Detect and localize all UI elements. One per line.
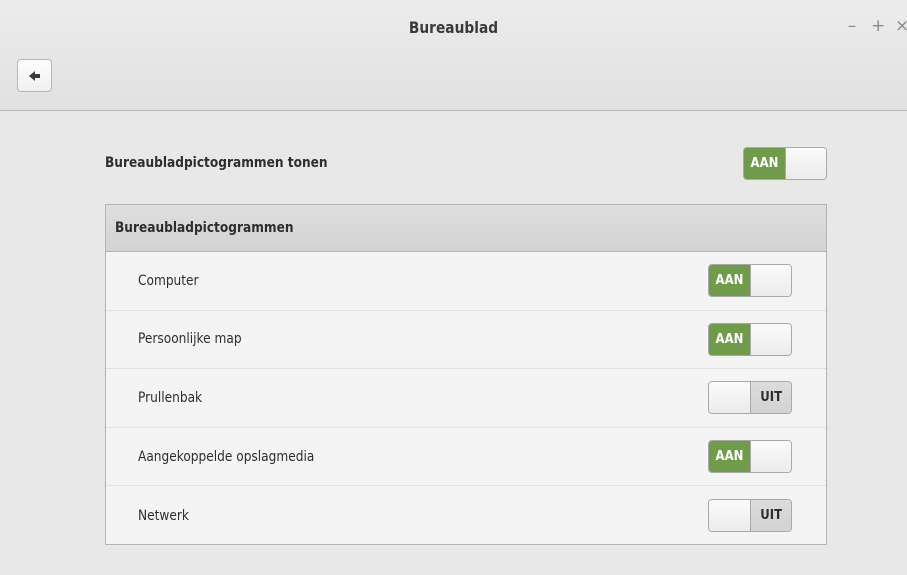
maximize-button[interactable]: +: [871, 16, 885, 36]
desktop-icons-section: Bureaubladpictogrammen Computer AAN Persoo…: [105, 204, 827, 545]
switch-state: UIT: [749, 500, 791, 532]
section-header: Bureaubladpictogrammen: [106, 205, 826, 252]
switch-knob: [709, 500, 750, 532]
list-item: Aangekoppelde opslagmedia AAN: [106, 428, 826, 487]
switch-knob: [709, 382, 750, 414]
item-label: Aangekoppelde opslagmedia: [138, 448, 315, 465]
section-title: Bureaubladpictogrammen: [115, 220, 294, 236]
list-item: Computer AAN: [106, 252, 826, 311]
switch-knob: [749, 441, 791, 473]
back-arrow-icon: [28, 70, 40, 81]
close-button[interactable]: ×: [895, 16, 907, 36]
switch-state: AAN: [709, 265, 750, 297]
item-label: Computer: [138, 272, 199, 289]
list-item: Netwerk UIT: [106, 486, 826, 545]
minimize-button[interactable]: –: [847, 16, 857, 36]
item-label: Prullenbak: [138, 389, 203, 406]
item-label: Netwerk: [138, 507, 189, 524]
show-desktop-icons-label: Bureaubladpictogrammen tonen: [105, 155, 328, 171]
window-title: Bureaublad: [408, 18, 499, 37]
show-desktop-icons-row: Bureaubladpictogrammen tonen AAN: [105, 146, 827, 180]
switch-knob: [749, 265, 791, 297]
item-toggle-switch[interactable]: UIT: [708, 499, 792, 533]
window-controls: – + ×: [847, 16, 907, 36]
switch-knob: [784, 147, 826, 179]
item-toggle-switch[interactable]: AAN: [708, 322, 792, 356]
switch-state: AAN: [744, 147, 785, 179]
item-toggle-switch[interactable]: UIT: [708, 381, 792, 415]
show-desktop-icons-switch[interactable]: AAN: [743, 146, 827, 180]
switch-state: UIT: [749, 382, 791, 414]
item-label: Persoonlijke map: [138, 331, 242, 348]
item-toggle-switch[interactable]: AAN: [708, 264, 792, 298]
switch-knob: [749, 323, 791, 355]
list-item: Persoonlijke map AAN: [106, 311, 826, 370]
item-toggle-switch[interactable]: AAN: [708, 440, 792, 474]
back-button[interactable]: [17, 59, 52, 92]
switch-state: AAN: [709, 441, 750, 473]
list-item: Prullenbak UIT: [106, 369, 826, 428]
switch-state: AAN: [709, 323, 750, 355]
header-bar: Bureaublad – + ×: [0, 0, 907, 111]
